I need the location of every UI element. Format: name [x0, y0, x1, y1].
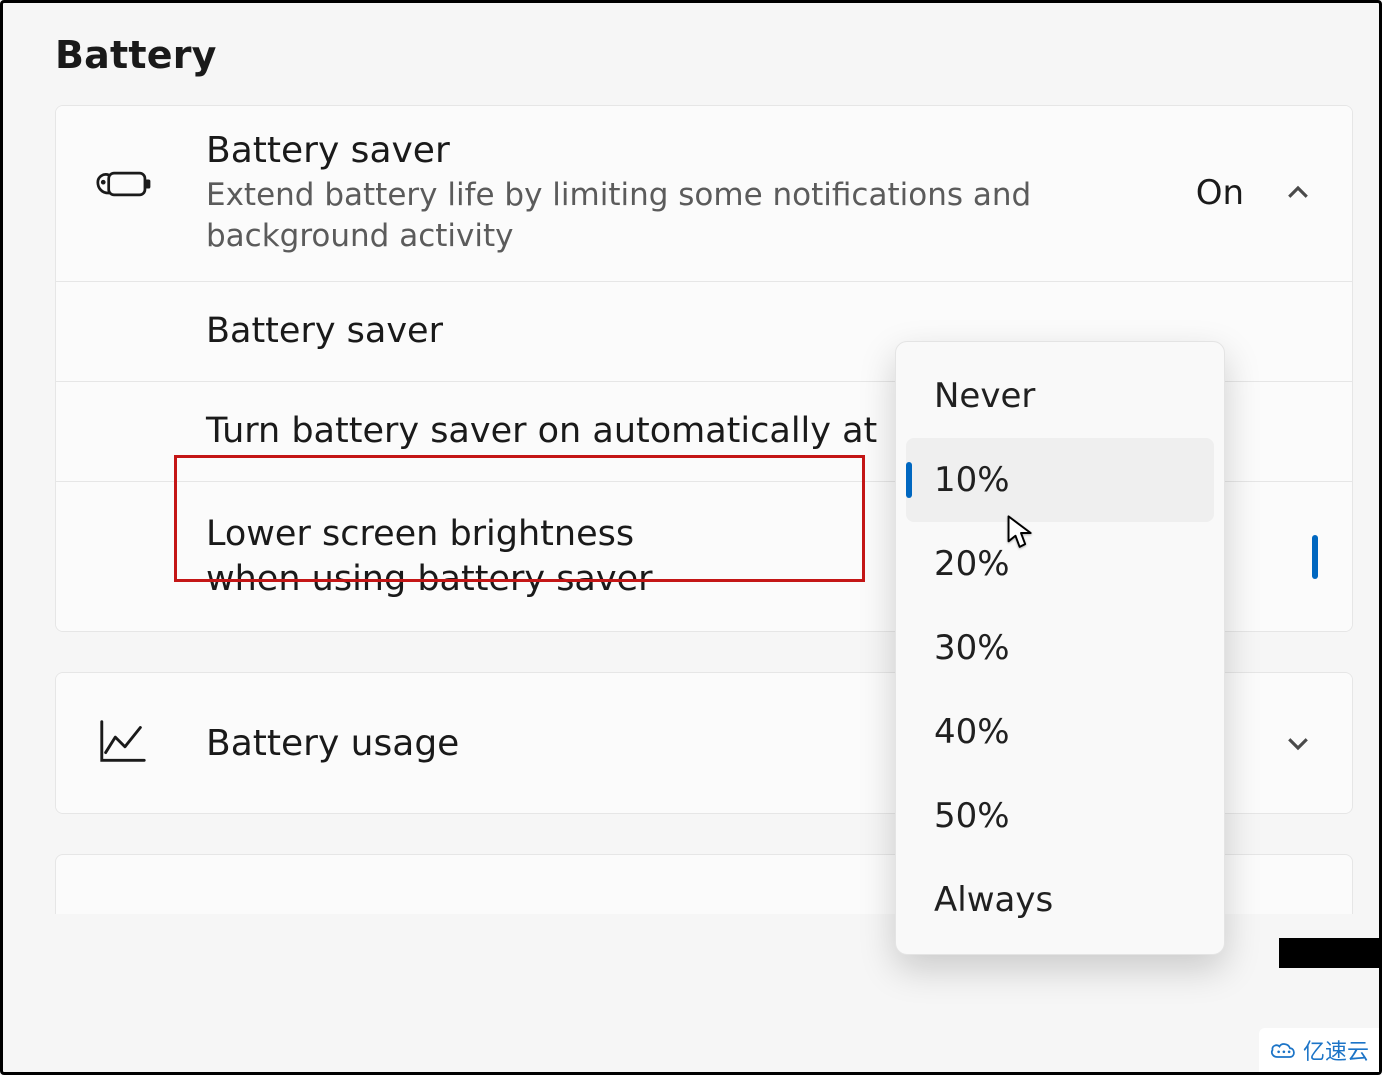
- lower-brightness-label: Lower screen brightness when using batte…: [206, 512, 726, 602]
- watermark-text: 亿速云: [1303, 1034, 1369, 1066]
- dropdown-option[interactable]: 10%: [906, 438, 1214, 522]
- battery-saver-description: Extend battery life by limiting some not…: [206, 175, 1196, 257]
- dropdown-option[interactable]: 50%: [906, 774, 1214, 858]
- dropdown-option[interactable]: 20%: [906, 522, 1214, 606]
- toggle-indicator: [1312, 535, 1318, 579]
- chevron-up-icon[interactable]: [1278, 173, 1318, 213]
- chart-icon: [96, 714, 154, 772]
- section-title-battery: Battery: [55, 33, 1353, 77]
- watermark: 亿速云: [1259, 938, 1379, 1072]
- dropdown-option[interactable]: Never: [906, 354, 1214, 438]
- cloud-icon: [1269, 1039, 1297, 1061]
- battery-saver-header-row[interactable]: Battery saver Extend battery life by lim…: [56, 106, 1352, 282]
- battery-saver-status: On: [1196, 173, 1244, 213]
- battery-saver-title: Battery saver: [206, 130, 1196, 171]
- auto-on-dropdown[interactable]: Never10%20%30%40%50%Always: [895, 341, 1225, 955]
- dropdown-option[interactable]: 40%: [906, 690, 1214, 774]
- chevron-down-icon[interactable]: [1278, 723, 1318, 763]
- battery-saver-icon: [96, 164, 154, 222]
- dropdown-option[interactable]: Always: [906, 858, 1214, 942]
- dropdown-option[interactable]: 30%: [906, 606, 1214, 690]
